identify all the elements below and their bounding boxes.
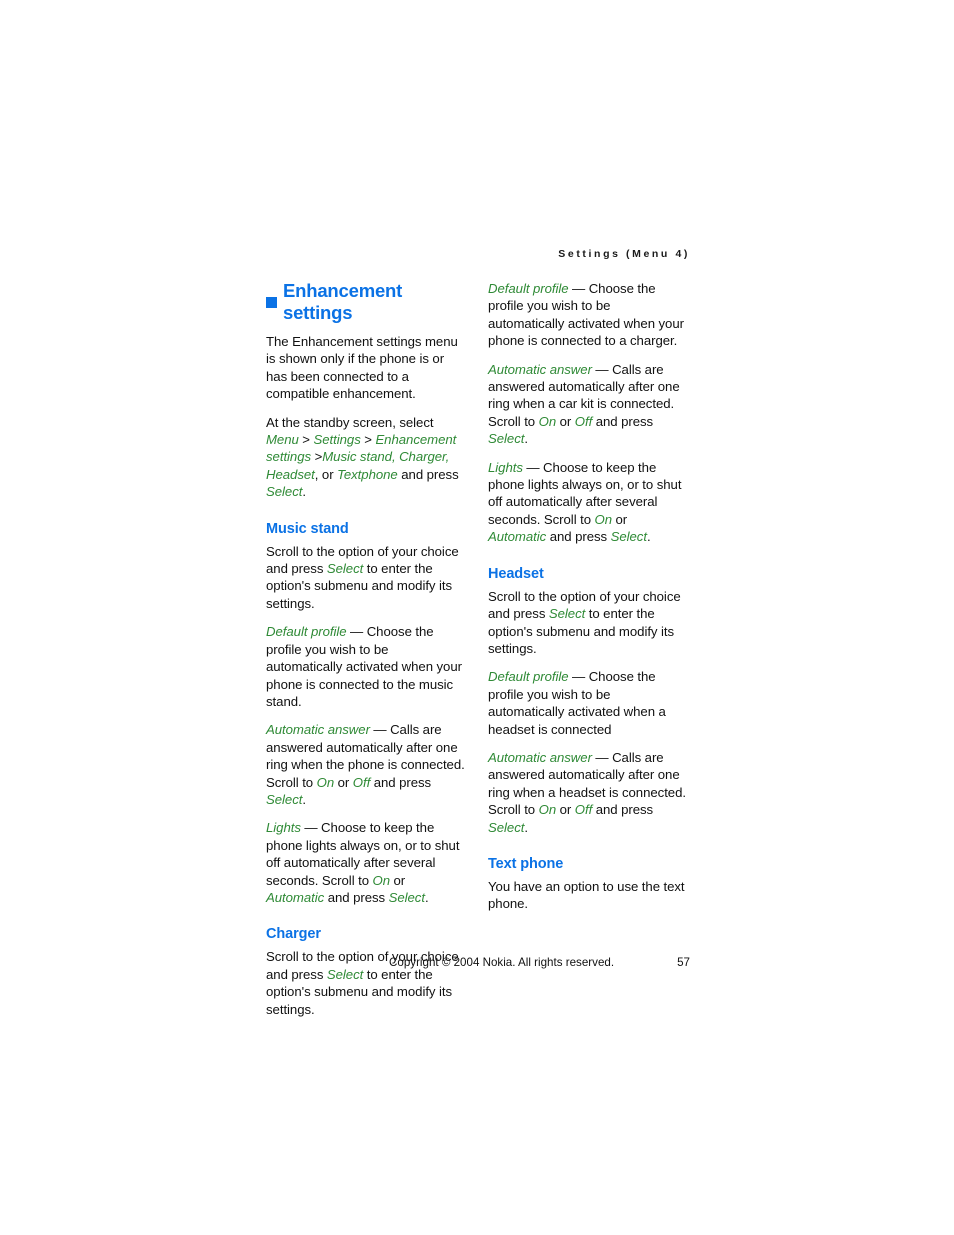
- ms-auto-text-2: or: [334, 774, 353, 790]
- path-text-5: , or: [314, 466, 338, 482]
- copyright-notice: Copyright © 2004 Nokia. All rights reser…: [389, 956, 615, 969]
- menu-path-paragraph: At the standby screen, select Menu > Set…: [266, 414, 466, 501]
- ui-term-select: Select: [266, 484, 303, 500]
- ch-auto-text-2: or: [556, 413, 575, 429]
- section-heading-charger: Charger: [266, 926, 321, 943]
- page-footer: Copyright © 2004 Nokia. All rights reser…: [266, 955, 690, 973]
- ch-auto-text-4: .: [524, 431, 528, 447]
- path-text-7: .: [302, 484, 306, 500]
- left-column: Enhancement settings The Enhancement set…: [266, 280, 466, 1029]
- headset-automatic-answer: Automatic answer — Calls are answered au…: [488, 749, 688, 836]
- ui-term-automatic: Automatic: [266, 889, 325, 905]
- ch-lights-text-3: and press: [546, 529, 611, 545]
- text-phone-paragraph: You have an option to use the text phone…: [488, 878, 685, 912]
- path-text-2: >: [298, 432, 314, 448]
- ui-term-menu: Menu: [266, 432, 299, 448]
- ui-term-select: Select: [610, 529, 647, 545]
- ui-term-default-profile: Default profile: [488, 669, 569, 685]
- ui-term-lights: Lights: [488, 459, 523, 475]
- section-heading-music-stand: Music stand: [266, 520, 349, 537]
- running-header: Settings (Menu 4): [558, 248, 690, 260]
- ui-term-textphone: Textphone: [337, 466, 398, 482]
- headset-default-profile: Default profile — Choose the profile you…: [488, 668, 688, 738]
- path-text-6: and press: [397, 466, 459, 482]
- ui-term-select: Select: [326, 561, 364, 577]
- hs-auto-text-3: and press: [592, 802, 654, 818]
- ui-term-off: Off: [574, 413, 593, 429]
- ui-term-select: Select: [548, 606, 586, 622]
- document-page: Settings (Menu 4) Enhancement settings T…: [0, 0, 954, 1235]
- ui-term-on: On: [538, 802, 557, 818]
- ch-lights-text-4: .: [646, 529, 651, 545]
- headset-scroll-paragraph: Scroll to the option of your choice and …: [488, 588, 688, 658]
- ui-term-default-profile: Default profile: [488, 281, 569, 296]
- ui-term-select: Select: [488, 819, 525, 835]
- square-bullet-icon: [266, 296, 277, 308]
- music-stand-scroll-paragraph: Scroll to the option of your choice and …: [266, 543, 466, 613]
- music-stand-default-profile: Default profile — Choose the profile you…: [266, 623, 466, 710]
- ui-term-select: Select: [488, 431, 525, 447]
- ui-term-default-profile: Default profile: [266, 624, 347, 640]
- path-text-4: >: [311, 449, 323, 465]
- page-number: 57: [677, 956, 690, 969]
- path-text-3: >: [360, 432, 376, 448]
- music-stand-lights: Lights — Choose to keep the phone lights…: [266, 819, 466, 906]
- ui-term-on: On: [372, 872, 391, 888]
- ms-auto-text-4: .: [302, 791, 306, 807]
- charger-automatic-answer: Automatic answer — Calls are answered au…: [488, 361, 688, 448]
- charger-lights: Lights — Choose to keep the phone lights…: [488, 459, 688, 546]
- ui-term-automatic-answer: Automatic answer: [488, 361, 592, 377]
- ms-lights-text-3: and press: [324, 889, 389, 905]
- ui-term-automatic: Automatic: [488, 529, 547, 545]
- ui-term-on: On: [538, 413, 557, 429]
- section-heading-headset: Headset: [488, 565, 544, 582]
- ms-auto-text-3: and press: [370, 774, 432, 790]
- ui-term-on: On: [316, 774, 335, 790]
- ui-term-select: Select: [266, 791, 303, 807]
- charger-default-profile: Default profile — Choose the profile you…: [488, 280, 688, 350]
- ui-term-on: On: [594, 511, 613, 527]
- hs-auto-text-4: .: [524, 819, 528, 835]
- ms-lights-text-4: .: [424, 889, 429, 905]
- path-text-1: At the standby screen, select: [266, 414, 434, 430]
- ui-term-off: Off: [574, 802, 593, 818]
- ui-term-lights: Lights: [266, 820, 301, 836]
- ui-term-off: Off: [352, 774, 371, 790]
- ui-term-select: Select: [388, 889, 425, 905]
- chapter-title: Enhancement settings: [266, 280, 466, 324]
- chapter-title-text: Enhancement settings: [283, 280, 403, 323]
- hs-auto-text-2: or: [556, 802, 575, 818]
- music-stand-automatic-answer: Automatic answer — Calls are answered au…: [266, 721, 466, 808]
- intro-paragraph: The Enhancement settings menu is shown o…: [266, 334, 458, 402]
- right-column: Default profile — Choose the profile you…: [488, 280, 688, 924]
- ui-term-automatic-answer: Automatic answer: [488, 749, 592, 765]
- ui-term-automatic-answer: Automatic answer: [266, 722, 370, 738]
- ch-auto-text-3: and press: [592, 413, 654, 429]
- ms-lights-text-2: or: [390, 872, 406, 888]
- ch-lights-text-2: or: [612, 511, 628, 527]
- section-heading-text-phone: Text phone: [488, 855, 564, 872]
- ui-term-settings: Settings: [313, 432, 361, 448]
